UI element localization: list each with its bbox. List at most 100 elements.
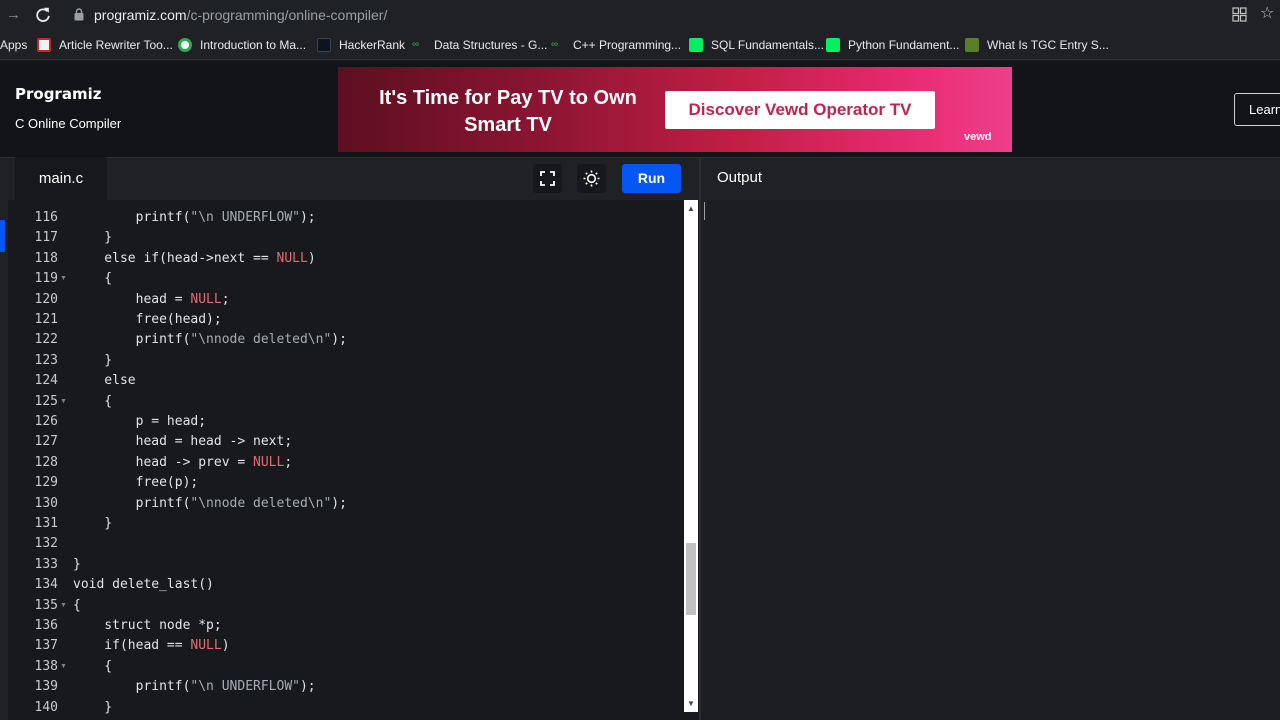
editor-left-rail bbox=[0, 200, 8, 720]
code-line[interactable]: { bbox=[73, 596, 81, 616]
fold-arrow-icon[interactable]: ▼ bbox=[60, 269, 67, 289]
programiz-logo[interactable]: Programiz bbox=[15, 85, 101, 103]
forward-icon[interactable]: → bbox=[6, 6, 22, 24]
bookmark-hackerrank[interactable]: HackerRank bbox=[317, 38, 405, 52]
code-line[interactable]: } bbox=[73, 555, 81, 575]
theme-toggle-button[interactable] bbox=[577, 164, 606, 193]
extensions-grid-icon[interactable] bbox=[1232, 7, 1247, 22]
bookmark-introduction[interactable]: Introduction to Ma... bbox=[178, 38, 306, 52]
line-number: 140 bbox=[34, 699, 58, 715]
code-line[interactable]: } bbox=[73, 698, 112, 718]
line-number: 122 bbox=[34, 332, 58, 348]
code-line[interactable]: p = head; bbox=[73, 412, 206, 432]
code-line[interactable]: else bbox=[73, 371, 135, 391]
code-line[interactable]: { bbox=[73, 657, 112, 677]
code-line[interactable]: free(p); bbox=[73, 473, 199, 493]
lock-icon[interactable] bbox=[74, 8, 84, 21]
bookmark-label: Introduction to Ma... bbox=[200, 38, 307, 52]
code-line[interactable]: { bbox=[73, 392, 112, 412]
bookmark-sql-fundamentals[interactable]: SQL Fundamentals... bbox=[689, 38, 824, 52]
line-number: 137 bbox=[34, 638, 58, 654]
scroll-down-icon[interactable]: ▼ bbox=[684, 697, 698, 711]
ad-cta-button[interactable]: Discover Vewd Operator TV bbox=[665, 91, 935, 129]
code-line[interactable]: printf("\nnode deleted\n"); bbox=[73, 330, 347, 350]
bookmark-star-icon[interactable]: ☆ bbox=[1260, 4, 1274, 24]
bookmark-label: Python Fundament... bbox=[848, 38, 960, 52]
fold-arrow-icon[interactable]: ▼ bbox=[60, 596, 67, 616]
learn-button[interactable]: Learn bbox=[1234, 93, 1280, 126]
code-line[interactable]: } bbox=[73, 514, 112, 534]
google-favicon bbox=[178, 38, 192, 52]
line-number: 116 bbox=[34, 210, 58, 225]
code-line[interactable]: printf("\nnode deleted\n"); bbox=[73, 494, 347, 514]
text-cursor bbox=[704, 202, 705, 220]
code-line[interactable]: else if(head->next == NULL) bbox=[73, 249, 315, 269]
active-indicator bbox=[0, 220, 5, 252]
editor-scrollbar[interactable] bbox=[684, 200, 698, 712]
code-line[interactable]: head = NULL; bbox=[73, 290, 230, 310]
datacamp-favicon bbox=[689, 38, 703, 52]
code-line[interactable]: free(head); bbox=[73, 310, 222, 330]
bookmark-tgc-entry[interactable]: What Is TGC Entry S... bbox=[965, 38, 1109, 52]
ad-headline: It's Time for Pay TV to Own Smart TV bbox=[379, 87, 637, 136]
reload-icon[interactable] bbox=[34, 5, 52, 25]
bookmark-label: C++ Programming... bbox=[573, 38, 682, 52]
bookmark-apps[interactable]: Apps bbox=[0, 38, 27, 52]
bookmark-cpp-programming[interactable]: ∞ C++ Programming... bbox=[551, 38, 681, 52]
code-line[interactable]: } bbox=[73, 228, 112, 248]
line-number: 124 bbox=[34, 373, 58, 389]
bookmark-python-fundamentals[interactable]: Python Fundament... bbox=[826, 38, 959, 52]
line-number: 129 bbox=[34, 475, 58, 491]
url-text[interactable]: programiz.com/c-programming/online-compi… bbox=[94, 7, 387, 23]
code-line[interactable]: struct node *p; bbox=[73, 616, 221, 636]
code-line[interactable]: } bbox=[73, 351, 112, 371]
page-title: C Online Compiler bbox=[15, 116, 122, 131]
run-button[interactable]: Run bbox=[622, 164, 681, 193]
bookmark-label: Article Rewriter Too... bbox=[59, 38, 173, 52]
output-panel[interactable] bbox=[701, 200, 1280, 720]
tgc-favicon bbox=[965, 38, 979, 52]
bookmark-label: Apps bbox=[0, 38, 28, 52]
code-line[interactable]: printf("\n UNDERFLOW"); bbox=[73, 208, 316, 228]
code-line[interactable]: head -> prev = NULL; bbox=[73, 453, 293, 473]
bookmark-article-rewriter[interactable]: Article Rewriter Too... bbox=[37, 38, 173, 52]
fullscreen-icon bbox=[540, 171, 555, 186]
line-number: 134 bbox=[34, 577, 58, 593]
code-line[interactable]: { bbox=[73, 269, 112, 289]
bookmark-label: Data Structures - G... bbox=[434, 38, 548, 52]
line-number: 123 bbox=[34, 352, 58, 368]
ad-banner[interactable]: It's Time for Pay TV to Own Smart TV Dis… bbox=[338, 67, 1012, 152]
gfg-favicon: ∞ bbox=[551, 39, 559, 50]
bookmark-data-structures[interactable]: ∞ Data Structures - G... bbox=[412, 38, 547, 52]
line-number: 121 bbox=[34, 312, 58, 327]
gfg-favicon: ∞ bbox=[412, 39, 420, 50]
line-number: 126 bbox=[34, 414, 58, 429]
tab-main-c[interactable]: main.c bbox=[15, 157, 107, 200]
bookmark-label: HackerRank bbox=[339, 38, 406, 52]
hackerrank-favicon bbox=[317, 38, 331, 52]
line-number: 133 bbox=[34, 556, 58, 572]
line-number: 130 bbox=[34, 495, 58, 511]
fullscreen-button[interactable] bbox=[533, 164, 562, 193]
line-number: 117 bbox=[34, 230, 58, 246]
bookmark-label: What Is TGC Entry S... bbox=[987, 38, 1109, 52]
output-label: Output bbox=[717, 169, 763, 186]
scroll-up-icon[interactable]: ▲ bbox=[684, 202, 698, 216]
bookmarks-bar: Apps Article Rewriter Too... Introductio… bbox=[0, 30, 1280, 60]
line-number: 132 bbox=[34, 536, 58, 552]
scrollbar-thumb[interactable] bbox=[686, 543, 696, 615]
line-number: 127 bbox=[34, 434, 58, 450]
line-number: 139 bbox=[34, 679, 58, 695]
code-line[interactable]: head = head -> next; bbox=[73, 432, 293, 452]
code-line[interactable]: printf("\n UNDERFLOW"); bbox=[73, 677, 316, 697]
code-editor[interactable]: 116 printf("\n UNDERFLOW"); 117 } 118 else… bbox=[0, 200, 699, 720]
fold-arrow-icon[interactable]: ▼ bbox=[60, 657, 67, 677]
fold-arrow-icon[interactable]: ▼ bbox=[60, 392, 67, 412]
datacamp-favicon bbox=[826, 38, 840, 52]
ad-brand-logo: vewd bbox=[964, 131, 992, 143]
browser-address-bar: → programiz.com/c-programming/online-com… bbox=[0, 0, 1280, 30]
code-line[interactable]: void delete_last() bbox=[73, 575, 214, 595]
bookmark-label: SQL Fundamentals... bbox=[711, 38, 824, 52]
code-line[interactable]: if(head == NULL) bbox=[73, 636, 229, 656]
article-rewriter-favicon bbox=[37, 38, 51, 52]
